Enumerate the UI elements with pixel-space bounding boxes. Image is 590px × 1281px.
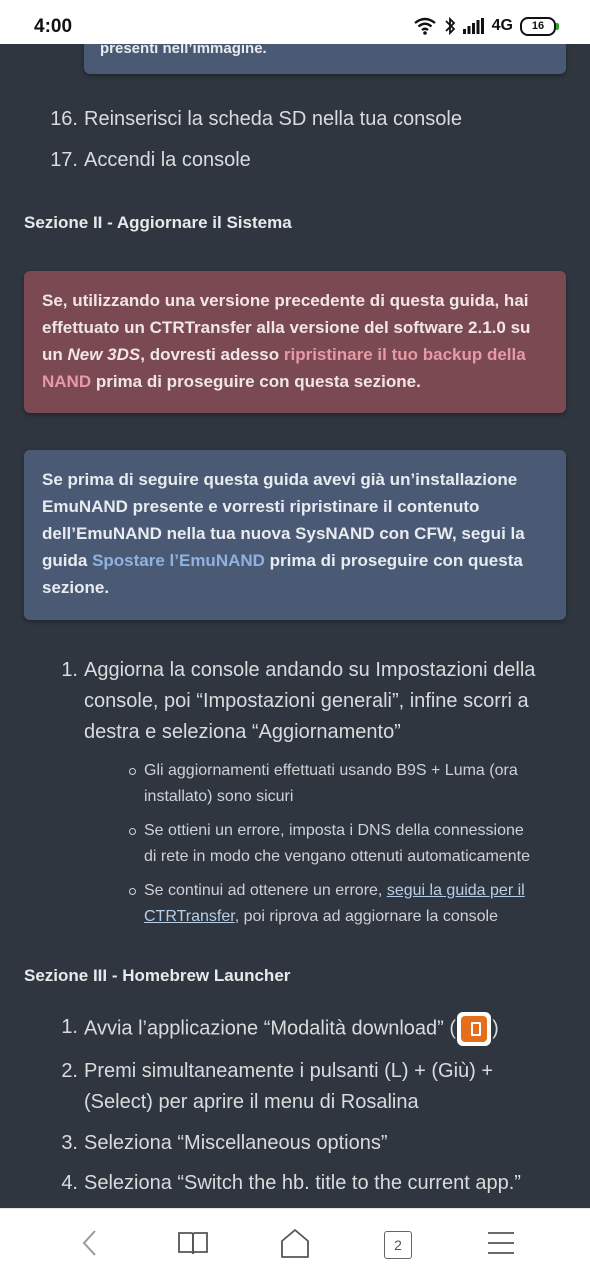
book-icon (177, 1230, 209, 1261)
sub-list-item: Se ottieni un errore, imposta i DNS dell… (144, 822, 531, 865)
home-button[interactable] (277, 1227, 313, 1263)
signal-icon (462, 18, 485, 34)
section-heading: Sezione III - Homebrew Launcher (24, 966, 291, 985)
ctrtransfer-guide-link[interactable]: segui la guida per il (387, 882, 525, 899)
info-note: Se prima di seguire questa guida avevi g… (24, 450, 566, 620)
bullet (129, 828, 136, 835)
ctrtransfer-guide-link-cont[interactable]: CTRTransfer (144, 908, 235, 925)
back-arrow-icon (80, 1228, 100, 1263)
bullet (129, 768, 136, 775)
status-bar: 4:00 4G 16 (0, 0, 590, 44)
move-emunand-link[interactable]: Spostare l’EmuNAND (92, 551, 265, 570)
bookmarks-button[interactable] (175, 1227, 211, 1263)
warning-note: Se, utilizzando una versione precedente … (24, 271, 566, 413)
network-type: 4G (491, 17, 513, 34)
list-item: 1. Aggiorna la console andando su Impost… (61, 659, 536, 743)
tabs-button[interactable]: 2 (380, 1227, 416, 1263)
sub-list-item: Se continui ad ottenere un errore, segui… (144, 882, 525, 925)
wifi-icon (413, 17, 437, 35)
status-time: 4:00 (34, 16, 73, 37)
back-button[interactable] (72, 1227, 108, 1263)
tabs-icon: 2 (384, 1231, 412, 1259)
section-heading: Sezione II - Aggiornare il Sistema (24, 213, 292, 232)
status-icons: 4G 16 (413, 15, 559, 37)
info-note-text: Se prima di seguire questa guida avevi g… (42, 470, 525, 597)
battery-icon: 16 (520, 16, 559, 36)
menu-button[interactable] (483, 1227, 519, 1263)
bullet (129, 888, 136, 895)
sub-list-item: Gli aggiornamenti effettuati usando B9S … (144, 762, 518, 805)
bluetooth-icon (444, 16, 456, 36)
home-icon (279, 1227, 311, 1264)
warning-note-text: Se, utilizzando una versione precedente … (42, 291, 531, 391)
browser-bottom-bar: 2 (0, 1208, 590, 1281)
download-play-app-icon (457, 1012, 492, 1046)
menu-icon (486, 1230, 516, 1261)
